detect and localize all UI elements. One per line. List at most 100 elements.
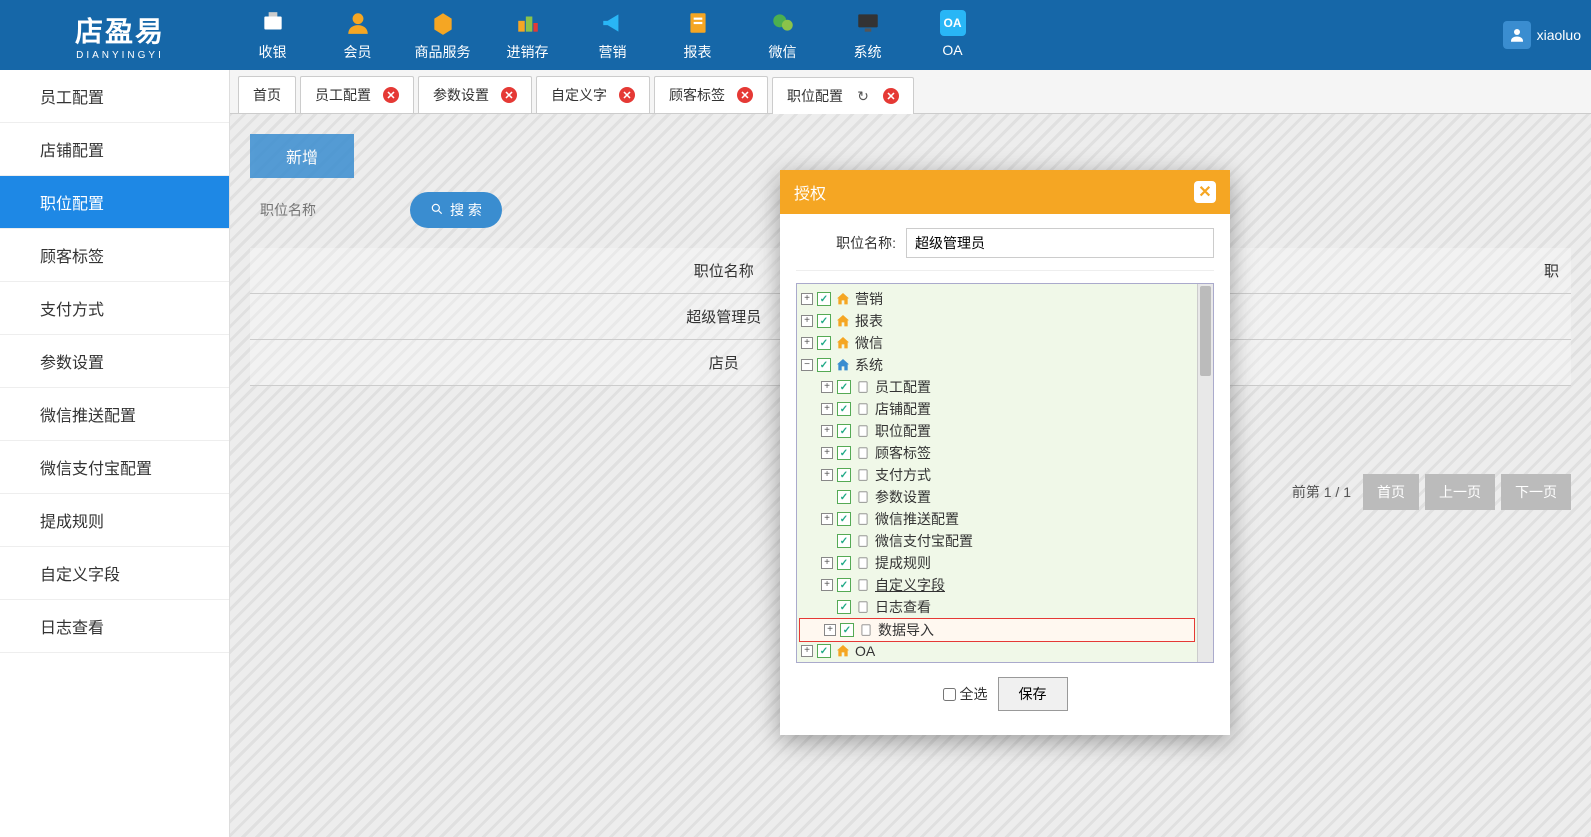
nav-item-cashier[interactable]: 收银 [230, 4, 315, 66]
tree-checkbox[interactable] [837, 468, 851, 482]
page-prev-button[interactable]: 上一页 [1425, 474, 1495, 510]
tab[interactable]: 员工配置✕ [300, 76, 414, 113]
page-first-button[interactable]: 首页 [1363, 474, 1419, 510]
tree-node[interactable]: 微信支付宝配置 [797, 530, 1197, 552]
tree-checkbox[interactable] [817, 314, 831, 328]
close-icon[interactable]: ✕ [619, 87, 635, 103]
tree-node[interactable]: +报表 [797, 310, 1197, 332]
tree-checkbox[interactable] [817, 292, 831, 306]
expand-icon[interactable]: + [821, 425, 833, 437]
nav-item-report[interactable]: 报表 [655, 4, 740, 66]
tree-node[interactable]: +职位配置 [797, 420, 1197, 442]
tree-label: 顾客标签 [875, 443, 931, 463]
nav-label: OA [910, 42, 995, 58]
tab[interactable]: 职位配置↻✕ [772, 77, 914, 114]
expand-icon[interactable]: + [821, 381, 833, 393]
sidebar-item[interactable]: 支付方式 [0, 282, 229, 335]
sidebar-item[interactable]: 微信支付宝配置 [0, 441, 229, 494]
tab[interactable]: 参数设置✕ [418, 76, 532, 113]
sidebar-item[interactable]: 店铺配置 [0, 123, 229, 176]
expand-icon[interactable]: + [821, 403, 833, 415]
select-all-checkbox[interactable]: 全选 [943, 684, 988, 704]
nav-item-stock[interactable]: 进销存 [485, 4, 570, 66]
expand-icon[interactable]: + [801, 645, 813, 657]
expand-icon[interactable]: + [821, 557, 833, 569]
tab[interactable]: 顾客标签✕ [654, 76, 768, 113]
nav-item-system[interactable]: 系统 [825, 4, 910, 66]
position-name-input[interactable] [906, 228, 1214, 258]
tab[interactable]: 首页 [238, 76, 296, 113]
search-button[interactable]: 搜 索 [410, 192, 502, 228]
save-button[interactable]: 保存 [998, 677, 1068, 711]
expand-icon[interactable]: + [821, 447, 833, 459]
tree-checkbox[interactable] [837, 424, 851, 438]
tree-node[interactable]: +提成规则 [797, 552, 1197, 574]
tree-checkbox[interactable] [837, 578, 851, 592]
tree-node[interactable]: +支付方式 [797, 464, 1197, 486]
close-icon[interactable]: ✕ [737, 87, 753, 103]
expand-icon[interactable]: + [821, 513, 833, 525]
tree-node[interactable]: +数据导入 [799, 618, 1195, 642]
nav-item-wechat[interactable]: 微信 [740, 4, 825, 66]
sidebar-item[interactable]: 员工配置 [0, 70, 229, 123]
cashier-icon [258, 8, 288, 38]
tree-node[interactable]: + 顾客标签 [797, 442, 1197, 464]
tree-node[interactable]: 日志查看 [797, 596, 1197, 618]
tree-checkbox[interactable] [837, 512, 851, 526]
tree-node[interactable]: −系统 [797, 354, 1197, 376]
collapse-icon[interactable]: − [801, 359, 813, 371]
modal-close-button[interactable]: ✕ [1194, 181, 1216, 203]
sidebar-item[interactable]: 提成规则 [0, 494, 229, 547]
tree-checkbox[interactable] [837, 490, 851, 504]
close-icon[interactable]: ✕ [883, 88, 899, 104]
permission-tree[interactable]: +营销+报表+微信−系统+员工配置+店铺配置+职位配置+顾客标签+支付方式参数设… [797, 284, 1197, 662]
expand-icon[interactable]: + [801, 293, 813, 305]
expand-icon[interactable]: + [801, 315, 813, 327]
sidebar-item[interactable]: 顾客标签 [0, 229, 229, 282]
tree-node[interactable]: +自定义字段 [797, 574, 1197, 596]
select-all-input[interactable] [943, 688, 956, 701]
close-icon[interactable]: ✕ [383, 87, 399, 103]
tree-checkbox[interactable] [837, 402, 851, 416]
nav-item-marketing[interactable]: 营销 [570, 4, 655, 66]
tree-checkbox[interactable] [840, 623, 854, 637]
tree-node[interactable]: +营销 [797, 288, 1197, 310]
expand-icon[interactable]: + [824, 624, 836, 636]
tree-node[interactable]: +员工配置 [797, 376, 1197, 398]
close-icon[interactable]: ✕ [501, 87, 517, 103]
nav-item-member[interactable]: 会员 [315, 4, 400, 66]
search-input[interactable] [250, 194, 400, 226]
expand-icon[interactable]: + [821, 579, 833, 591]
tree-checkbox[interactable] [837, 446, 851, 460]
sidebar-item[interactable]: 参数设置 [0, 335, 229, 388]
sidebar-item[interactable]: 微信推送配置 [0, 388, 229, 441]
add-button[interactable]: 新增 [250, 134, 354, 178]
tree-scrollbar[interactable] [1197, 284, 1213, 662]
nav-item-goods[interactable]: 商品服务 [400, 4, 485, 66]
sidebar-item[interactable]: 自定义字段 [0, 547, 229, 600]
tree-checkbox[interactable] [837, 534, 851, 548]
tree-node[interactable]: +OA [797, 642, 1197, 660]
tab[interactable]: 自定义字✕ [536, 76, 650, 113]
tree-checkbox[interactable] [817, 358, 831, 372]
file-icon [855, 555, 871, 571]
tree-checkbox[interactable] [817, 336, 831, 350]
tree-checkbox[interactable] [817, 644, 831, 658]
tree-checkbox[interactable] [837, 600, 851, 614]
user-area[interactable]: xiaoluo [1503, 21, 1581, 49]
tree-node[interactable]: +员工APP权限 [797, 660, 1197, 662]
sidebar-item[interactable]: 职位配置 [0, 176, 229, 229]
tree-node[interactable]: +店铺配置 [797, 398, 1197, 420]
nav-item-oa[interactable]: OAOA [910, 4, 995, 66]
tree-checkbox[interactable] [837, 556, 851, 570]
refresh-icon[interactable]: ↻ [855, 88, 871, 104]
tree-node[interactable]: +微信推送配置 [797, 508, 1197, 530]
sidebar-item[interactable]: 日志查看 [0, 600, 229, 653]
expand-icon[interactable]: + [821, 469, 833, 481]
tree-checkbox[interactable] [837, 380, 851, 394]
tree-node[interactable]: +微信 [797, 332, 1197, 354]
tree-node[interactable]: 参数设置 [797, 486, 1197, 508]
page-next-button[interactable]: 下一页 [1501, 474, 1571, 510]
expand-icon[interactable]: + [801, 337, 813, 349]
tree-scroll-thumb[interactable] [1200, 286, 1211, 376]
